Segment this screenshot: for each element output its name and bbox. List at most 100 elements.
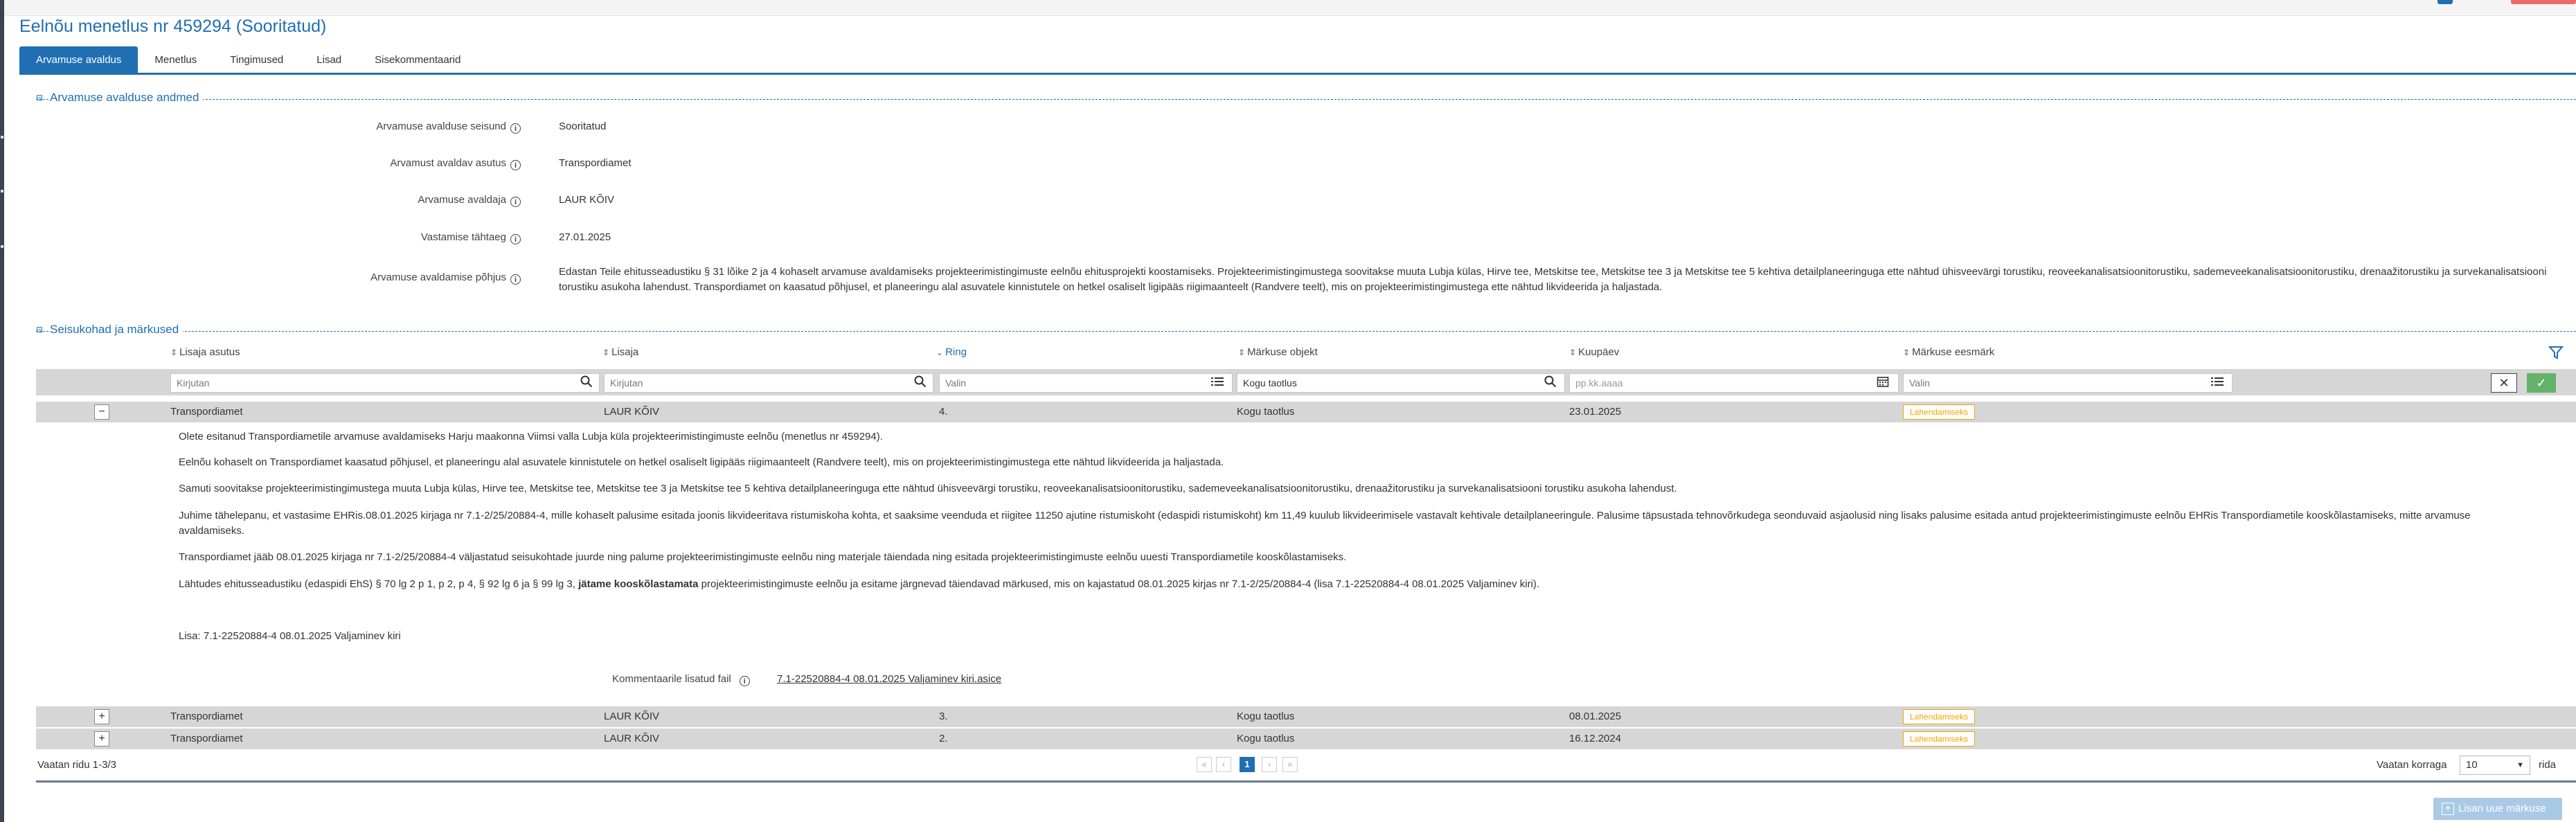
search-icon[interactable] — [1544, 375, 1557, 391]
tabs-underline — [19, 73, 2576, 75]
sort-icon: ⇕ — [1238, 348, 1246, 357]
info-icon[interactable]: i — [510, 160, 521, 170]
detail-label: Vastamise tähtaeg i — [175, 231, 521, 244]
rail-icon[interactable] — [1, 190, 3, 193]
info-icon[interactable]: i — [739, 676, 750, 686]
remark-bold-text: jätame kooskõlastamata — [578, 578, 699, 590]
apply-filters-button[interactable]: ✓ — [2527, 373, 2556, 393]
top-blue-button[interactable] — [2438, 0, 2453, 4]
remark-paragraph: Eelnõu kohaselt on Transpordiamet kaasat… — [179, 456, 1224, 468]
section-divider — [36, 331, 2576, 332]
status-badge: Lahendamiseks — [1903, 731, 1976, 747]
filter-ring-select[interactable]: Valin — [939, 373, 1233, 393]
detail-value-agency: Transpordiamet — [559, 157, 632, 169]
collapse-icon[interactable]: ⊟ — [36, 325, 43, 334]
add-remark-button[interactable]: + Lisan uue märkuse — [2433, 798, 2562, 820]
footer-divider — [36, 780, 2576, 783]
section-divider — [36, 99, 2576, 100]
per-page-select[interactable]: 10 ▼ — [2460, 756, 2530, 775]
tab-arvamuse-avaldus[interactable]: Arvamuse avaldus — [19, 46, 138, 73]
top-red-button[interactable] — [2511, 0, 2576, 4]
detail-value-status: Sooritatud — [559, 120, 607, 132]
search-icon[interactable] — [914, 375, 927, 391]
status-badge: Lahendamiseks — [1903, 709, 1976, 724]
cell-kuupaev: 08.01.2025 — [1569, 711, 1622, 722]
cell-objekt: Kogu taotlus — [1237, 406, 1295, 418]
rows-suffix: rida — [2539, 759, 2557, 771]
table-row[interactable] — [36, 402, 2576, 422]
list-icon[interactable] — [1210, 375, 1224, 391]
cell-asutus: Transpordiamet — [170, 733, 243, 744]
sort-icon: ⇕ — [170, 348, 178, 357]
filter-kuupaev-input[interactable]: pp.kk.aaaa — [1569, 373, 1899, 393]
filter-objekt-input[interactable]: Kogu taotlus — [1237, 373, 1565, 393]
left-sidebar-rail[interactable] — [0, 0, 4, 822]
attached-file-link[interactable]: 7.1-22520884-4 08.01.2025 Valjaminev kir… — [777, 673, 1001, 685]
table-row[interactable] — [36, 729, 2576, 749]
section-title-details[interactable]: Arvamuse avalduse andmed — [50, 91, 204, 105]
collapse-icon[interactable]: ⊟ — [36, 93, 43, 102]
remark-paragraph: Transpordiamet jääb 08.01.2025 kirjaga n… — [179, 551, 1347, 563]
first-page-button[interactable]: « — [1197, 757, 1212, 772]
cell-lisaja: LAUR KÕIV — [604, 711, 660, 722]
collapse-row-button[interactable]: − — [94, 404, 109, 420]
rail-icon[interactable] — [1, 245, 3, 248]
prev-page-button[interactable]: ‹ — [1216, 757, 1231, 772]
detail-label: Arvamust avaldav asutus i — [175, 157, 521, 170]
rail-icon[interactable] — [1, 136, 3, 139]
per-page-label: Vaatan korraga — [2377, 759, 2447, 771]
expand-row-button[interactable]: + — [94, 731, 109, 747]
column-header-lisaja[interactable]: ⇕ Lisaja — [602, 346, 638, 358]
tab-menetlus[interactable]: Menetlus — [138, 46, 213, 73]
chevron-down-icon: ▼ — [2516, 761, 2524, 769]
cell-ring: 3. — [939, 711, 948, 722]
calendar-icon[interactable] — [1877, 375, 1889, 391]
column-header-objekt[interactable]: ⇕ Märkuse objekt — [1238, 346, 1318, 358]
sort-icon: ⇕ — [1903, 348, 1911, 357]
detail-value-deadline: 27.01.2025 — [559, 231, 611, 243]
filter-icon[interactable] — [2548, 345, 2564, 364]
next-page-button[interactable]: › — [1262, 757, 1277, 772]
remark-paragraph: Olete esitanud Transpordiametile arvamus… — [179, 431, 883, 443]
cell-asutus: Transpordiamet — [170, 406, 243, 418]
section-title-remarks[interactable]: Seisukohad ja märkused — [50, 323, 184, 337]
page-title: Eelnõu menetlus nr 459294 (Sooritatud) — [19, 17, 327, 36]
filter-asutus-input[interactable]: Kirjutan — [170, 373, 600, 393]
page-button-current[interactable]: 1 — [1240, 757, 1255, 772]
tab-lisad[interactable]: Lisad — [300, 46, 358, 73]
clear-filters-button[interactable]: ✕ — [2491, 373, 2517, 393]
info-icon[interactable]: i — [510, 234, 521, 244]
rows-info: Vaatan ridu 1-3/3 — [37, 759, 116, 771]
search-icon[interactable] — [580, 375, 593, 391]
file-label: Kommentaarile lisatud fail i — [612, 673, 750, 686]
info-icon[interactable]: i — [510, 274, 521, 285]
cell-ring: 4. — [939, 406, 948, 418]
table-row[interactable] — [36, 706, 2576, 727]
list-icon[interactable] — [2210, 375, 2224, 391]
remark-paragraph: Samuti soovitakse projekteerimistingimus… — [179, 483, 1677, 494]
tab-tingimused[interactable]: Tingimused — [213, 46, 300, 73]
filter-eesmark-select[interactable]: Valin — [1903, 373, 2233, 393]
top-strip — [0, 0, 2576, 16]
column-header-kuupaev[interactable]: ⇕ Kuupäev — [1569, 346, 1619, 358]
detail-label: Arvamuse avaldaja i — [175, 194, 521, 207]
filter-lisaja-input[interactable]: Kirjutan — [604, 373, 933, 393]
last-page-button[interactable]: » — [1282, 757, 1298, 772]
sort-icon: ⇕ — [602, 348, 610, 357]
column-header-ring[interactable]: ⌄ Ring — [936, 346, 967, 358]
remark-paragraph: Juhime tähelepanu, et vastasime EHRis.08… — [179, 510, 2471, 537]
remark-paragraph: Lähtudes ehitusseadustiku (edaspidi EhS)… — [179, 578, 1540, 590]
tab-sisekommentaarid[interactable]: Sisekommentaarid — [358, 46, 477, 73]
cell-lisaja: LAUR KÕIV — [604, 733, 660, 744]
expand-row-button[interactable]: + — [94, 709, 109, 724]
cell-kuupaev: 23.01.2025 — [1569, 406, 1622, 418]
detail-label: Arvamuse avaldamise põhjus i — [175, 271, 521, 285]
cell-ring: 2. — [939, 733, 948, 744]
sort-desc-icon: ⌄ — [936, 348, 944, 357]
info-icon[interactable]: i — [510, 197, 521, 207]
column-header-eesmark[interactable]: ⇕ Märkuse eesmärk — [1903, 346, 1994, 358]
plus-icon: + — [2442, 803, 2454, 815]
detail-label: Arvamuse avalduse seisund i — [175, 120, 521, 134]
info-icon[interactable]: i — [510, 123, 521, 134]
column-header-asutus[interactable]: ⇕ Lisaja asutus — [170, 346, 240, 358]
